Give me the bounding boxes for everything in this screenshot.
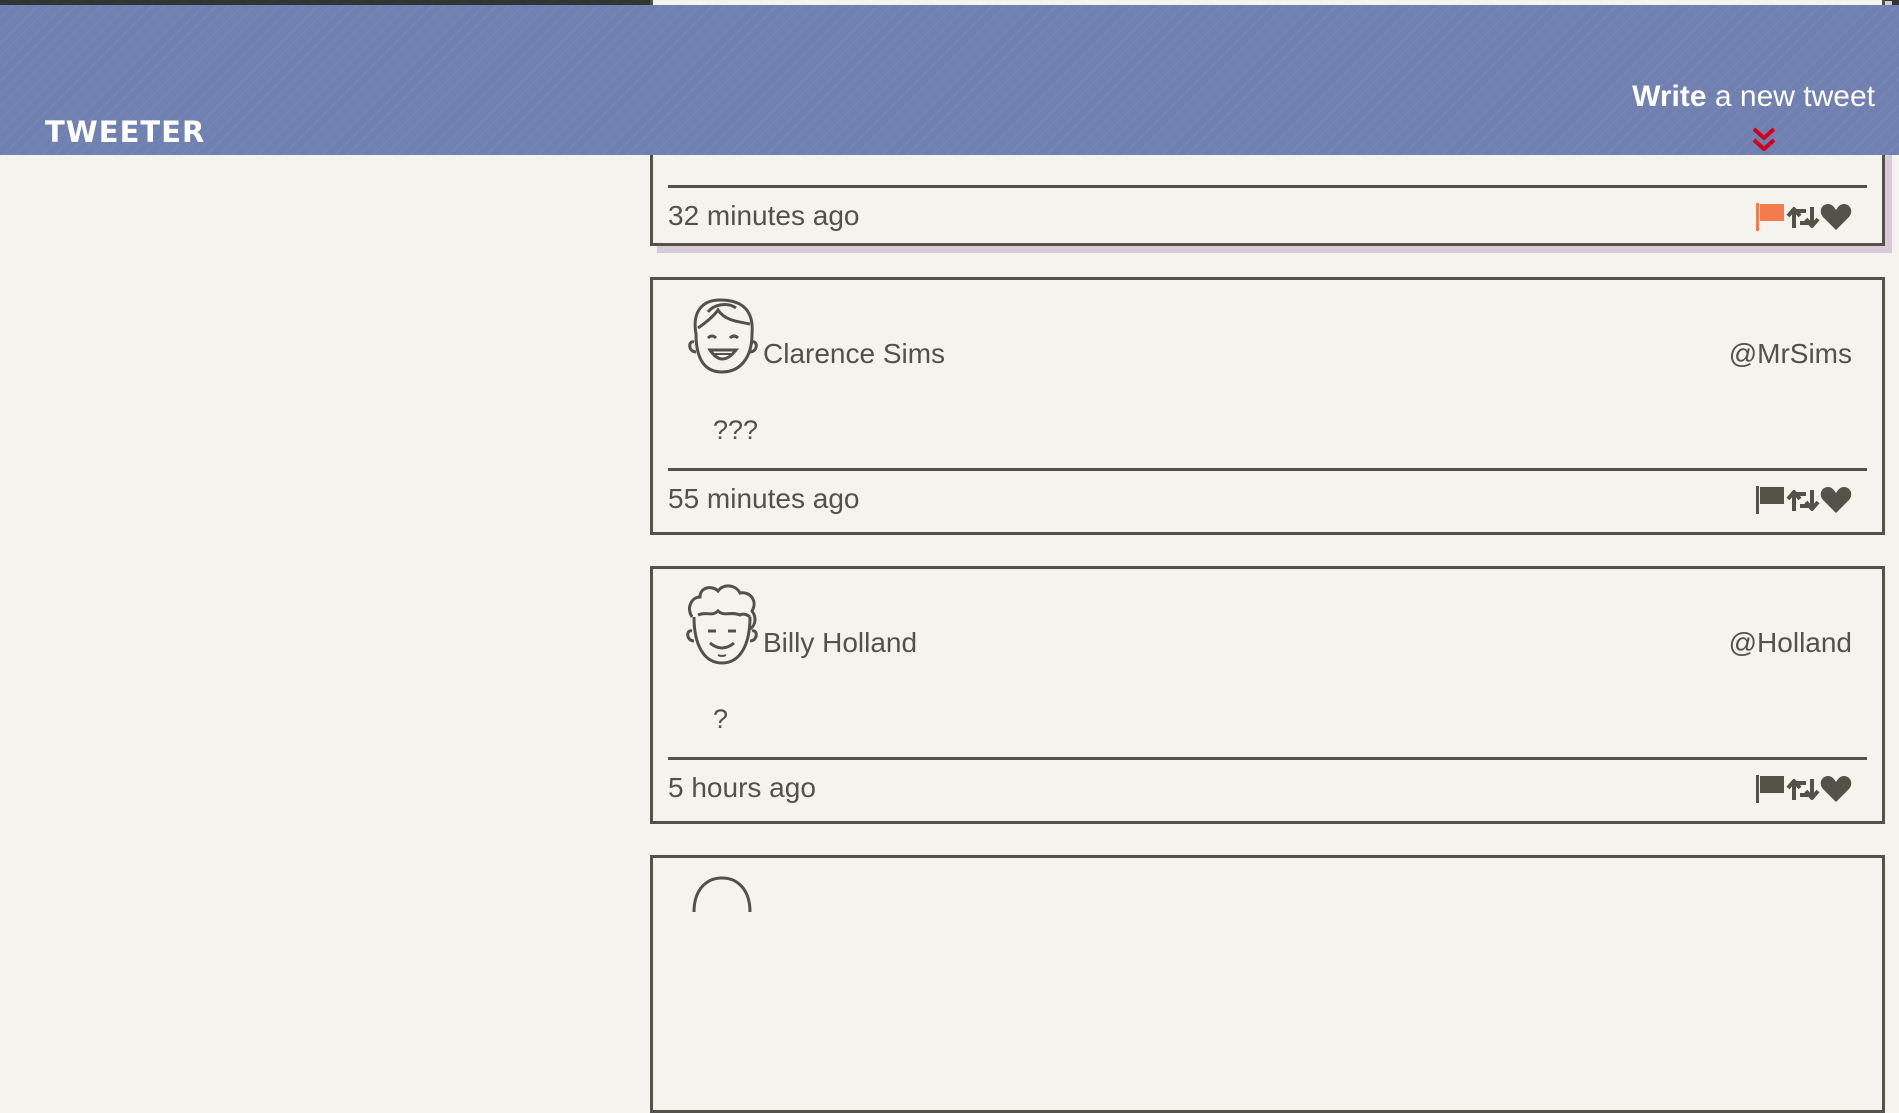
avatar-icon <box>692 876 752 913</box>
tweet-card <box>650 855 1885 1113</box>
tweet-actions <box>1754 201 1852 233</box>
retweet-icon[interactable] <box>1786 484 1820 516</box>
tweet-divider <box>668 757 1867 760</box>
tweet-actions <box>1754 773 1852 805</box>
tweet-card: Clarence Sims @MrSims ??? 55 minutes ago <box>650 277 1885 535</box>
avatar-icon <box>688 298 758 374</box>
chevron-double-down-icon[interactable] <box>1751 126 1777 156</box>
heart-icon[interactable] <box>1820 201 1852 233</box>
tweet-author-name: Billy Holland <box>763 627 918 658</box>
tweet-divider <box>668 468 1867 471</box>
tweet-divider <box>668 185 1867 188</box>
tweet-card: Billy Holland @Holland ? 5 hours ago <box>650 566 1885 824</box>
compose-label-bold: Write <box>1632 80 1707 113</box>
tweet-timestamp: 55 minutes ago <box>668 483 860 514</box>
compose-toggle-button[interactable]: Write a new tweet <box>1632 80 1875 114</box>
tweet-author-name: Clarence Sims <box>763 338 946 369</box>
flag-icon[interactable] <box>1754 773 1786 805</box>
retweet-icon[interactable] <box>1786 773 1820 805</box>
compose-label-rest: a new tweet <box>1706 80 1875 113</box>
brand-logo: TWEETER <box>45 115 206 149</box>
heart-icon[interactable] <box>1820 773 1852 805</box>
tweet-timestamp: 5 hours ago <box>668 772 816 803</box>
tweet-author-handle: @MrSims <box>1728 338 1852 369</box>
tweet-author-handle: @Holland <box>1728 627 1852 658</box>
heart-icon[interactable] <box>1820 484 1852 516</box>
flag-icon[interactable] <box>1754 484 1786 516</box>
flag-icon[interactable] <box>1754 201 1786 233</box>
tweet-actions <box>1754 484 1852 516</box>
avatar-icon <box>686 584 758 665</box>
tweet-content: ??? <box>713 415 759 445</box>
tweet-content: ? <box>713 704 729 734</box>
retweet-icon[interactable] <box>1786 201 1820 233</box>
site-header: TWEETER Write a new tweet <box>0 5 1899 155</box>
tweet-timestamp: 32 minutes ago <box>668 200 860 231</box>
